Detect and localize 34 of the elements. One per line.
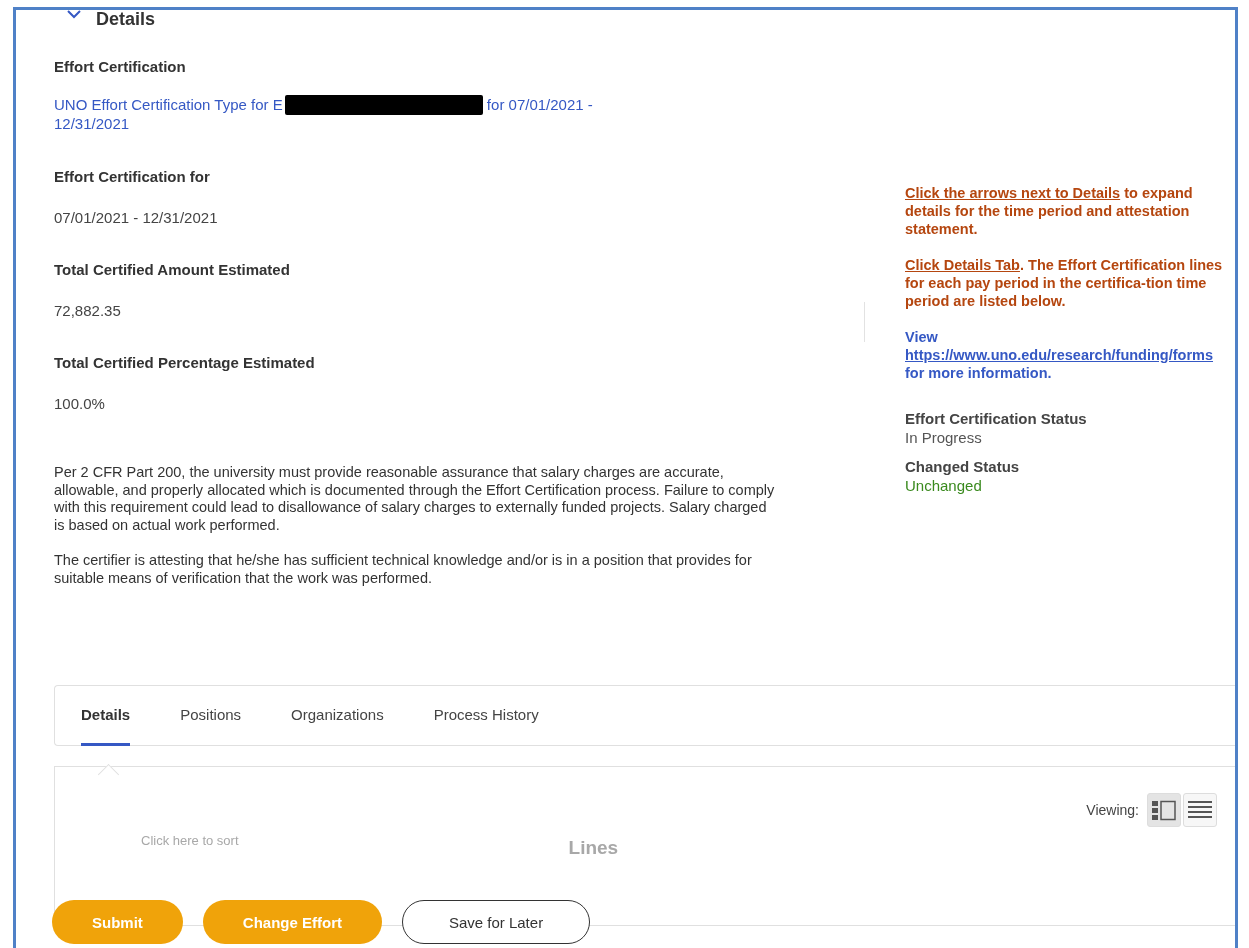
tab[interactable]: Positions <box>180 686 242 746</box>
list-view-button[interactable] <box>1183 793 1217 827</box>
field-label: Effort Certification <box>54 58 187 75</box>
instruction-text: Click Details Tab. The Effort Certification lines for each pay period in the certifica-tion time period are listed below. <box>905 256 1224 310</box>
viewing-label: Viewing: <box>1086 802 1139 818</box>
link[interactable]: UNO Effort Certification Type for E for 07/01/2021 - 12/31/2021 <box>54 95 649 133</box>
instruction-text: View https://www.uno.edu/research/funding/forms for more information. <box>905 328 1214 382</box>
statement-paragraph: The certifier is attesting that he/she has sufficient technical knowledge and/or is in a position that provides for suitable means of verification that the work was performed. <box>54 552 753 587</box>
link[interactable]: Click Details Tab <box>905 257 1020 273</box>
tab[interactable]: Process History <box>433 686 539 746</box>
save-button[interactable]: Save for Later <box>402 900 590 944</box>
tab[interactable]: Details <box>81 686 131 746</box>
field-value: 100.0% <box>54 395 106 412</box>
link[interactable]: Click the arrows next to Details <box>905 185 1121 201</box>
split-view-button[interactable] <box>1147 793 1181 827</box>
status-value: In Progress <box>905 429 983 446</box>
field-value: 07/01/2021 - 12/31/2021 <box>54 209 219 226</box>
collapse-button[interactable] <box>66 10 82 19</box>
section-title: Details <box>96 10 156 30</box>
statement-paragraph: Per 2 CFR Part 200, the university must provide reasonable assurance that salary charges are accurate, allowable, and properly allocated which is documented through the Effort Certification process. Failure to comply with this requirement could lead to disallowance of salary charges to externally funded projects. Salary charged is based on actual work performed. <box>54 464 776 534</box>
section-heading: Lines <box>568 837 619 859</box>
field-value: 72,882.35 <box>54 302 122 319</box>
status-value: Unchanged <box>905 477 983 494</box>
field-label: Effort Certification for <box>54 168 211 185</box>
field-label: Total Certified Amount Estimated <box>54 261 291 278</box>
tab[interactable]: Organizations <box>291 686 384 746</box>
status-label: Changed Status <box>905 458 1021 475</box>
status-label: Effort Certification Status <box>905 410 1088 427</box>
field-label: Total Certified Percentage Estimated <box>54 354 316 371</box>
chevron-icon <box>66 10 82 19</box>
link[interactable]: https://www.uno.edu/research/funding/forms <box>905 347 1213 363</box>
instruction-text: Click the arrows next to Details to expand details for the time period and attestation statement. <box>905 184 1194 238</box>
split-view-icon <box>1151 798 1177 822</box>
sort-hint: Click here to sort <box>141 833 239 850</box>
